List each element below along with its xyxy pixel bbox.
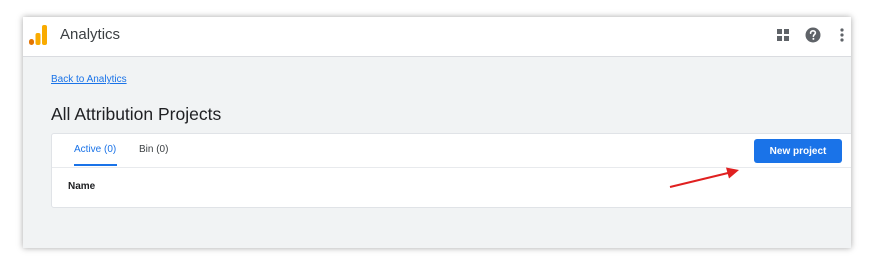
more-vert-icon[interactable] — [833, 26, 851, 44]
tab-bin[interactable]: Bin (0) — [139, 144, 168, 155]
tab-active[interactable]: Active (0) — [74, 144, 116, 155]
new-project-button[interactable]: New project — [754, 139, 842, 163]
analytics-logo-icon[interactable] — [29, 25, 47, 45]
app-window: Analytics Back to Analytics All Attribut… — [23, 17, 851, 248]
top-app-bar: Analytics — [23, 17, 851, 57]
column-header-name[interactable]: Name — [68, 181, 95, 192]
apps-grid-icon[interactable] — [774, 26, 792, 44]
projects-card: Active (0) Bin (0) New project Name — [51, 133, 851, 208]
page-title: All Attribution Projects — [51, 104, 222, 124]
app-title: Analytics — [60, 26, 121, 43]
back-to-analytics-link[interactable]: Back to Analytics — [51, 74, 127, 85]
help-icon[interactable] — [804, 26, 822, 44]
project-tabs: Active (0) Bin (0) New project — [52, 134, 851, 168]
active-tab-indicator — [74, 164, 117, 166]
